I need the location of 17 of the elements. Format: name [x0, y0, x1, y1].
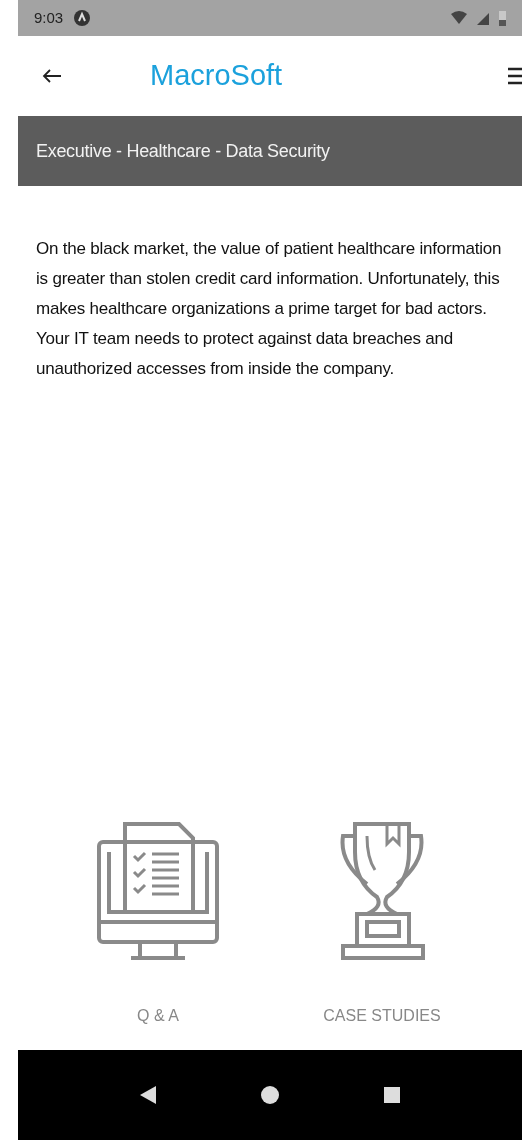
status-time: 9:03	[34, 7, 64, 28]
battery-icon	[499, 10, 506, 26]
breadcrumb: Executive - Healthcare - Data Security	[36, 139, 330, 163]
tile-label[interactable]: Q & A	[137, 1004, 179, 1028]
app-title: MacroSoft	[150, 58, 283, 94]
back-arrow-icon[interactable]	[42, 68, 62, 84]
recents-button-icon[interactable]	[383, 1087, 400, 1103]
home-button-icon[interactable]	[261, 1086, 279, 1104]
signal-icon	[477, 11, 489, 25]
trophy-icon	[337, 822, 427, 962]
tile-label[interactable]: CASE STUDIES	[323, 1004, 441, 1028]
description-paragraph: On the black market, the value of patient healthcare information is greater than stolen credit card information. Unfortunately, this makes healthcare organizations a prime target for bad actors. Your IT team needs to protect against data breaches and unauthorized accesses from inside the company.	[35, 238, 503, 380]
menu-icon[interactable]	[508, 66, 522, 86]
wifi-icon	[451, 11, 467, 25]
app-notification-icon	[73, 9, 92, 27]
monitor-checklist-icon	[97, 822, 219, 962]
back-button-icon[interactable]	[140, 1086, 157, 1104]
